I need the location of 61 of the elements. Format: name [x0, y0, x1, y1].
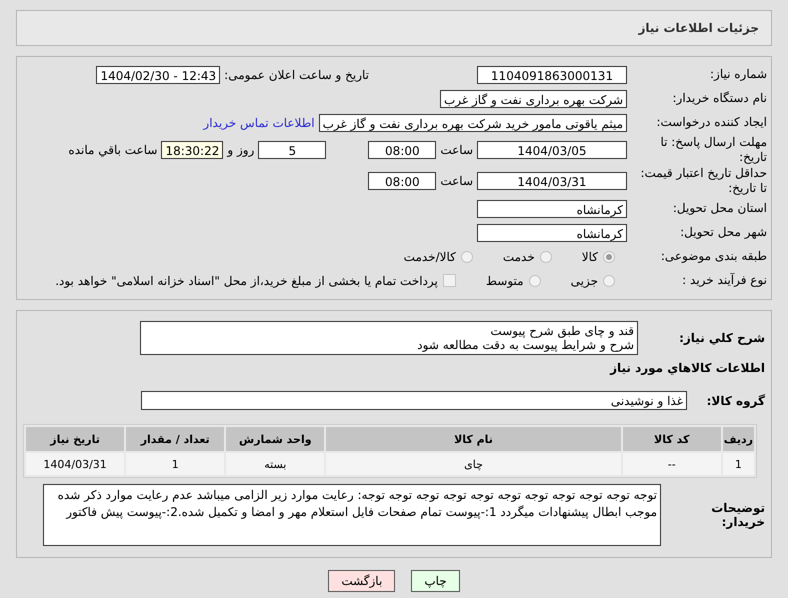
field-label: ساعت [440, 174, 473, 188]
column-header: تعداد / مقدار [126, 427, 224, 451]
checkbox[interactable] [442, 274, 456, 287]
input-field[interactable]: 18:30:22 [161, 141, 224, 159]
input-field[interactable]: 1404/02/30 - 12:43 [96, 66, 220, 84]
field-label: نوع فرآیند خرید : [681, 273, 768, 288]
input-field[interactable]: 1404/03/05 [477, 141, 627, 159]
option-label: خدمت [502, 250, 535, 264]
field-label: شرح کلي نياز: [678, 331, 766, 345]
input-field[interactable]: 1104091863000131 [477, 66, 627, 84]
column-header: نام کالا [326, 427, 621, 451]
field-label: گروه کالا: [706, 394, 766, 408]
contact-link[interactable]: اطلاعات تماس خریدار [203, 116, 315, 130]
field-label: استان محل تحویل: [672, 201, 768, 216]
column-header: کد کالا [622, 427, 721, 451]
field-label: حداقل تاریخ اعتبار قیمت: تا تاریخ: [639, 166, 768, 196]
input-field[interactable]: شرکت بهره برداری نفت و گاز غرب [440, 90, 627, 108]
table-cell: -- [622, 453, 721, 475]
notes-area[interactable]: توجه توجه توجه توجه توجه توجه توجه توجه توجه توجه توجه: رعایت موارد زیر الزامی میباشد عدم رعایت موارد ذکر شده موجب ابطال پیشنهادات میگردد 1:-پیوست تمام صفحات فایل استعلام مهر و امضا و تکمیل شده.2:-پیوست پیش فاکتور [43, 484, 661, 546]
table-cell: 1404/03/31 [26, 453, 124, 475]
radio-button[interactable] [460, 250, 473, 262]
table-cell: چای [326, 453, 621, 475]
input-field[interactable]: کرمانشاه [477, 200, 627, 218]
input-field[interactable]: 08:00 [368, 141, 436, 159]
option-label: متوسط [486, 274, 524, 288]
field-label: توضیحات خریدار: [710, 501, 766, 529]
field-label: طبقه بندی موضوعی: [660, 249, 768, 264]
option-label: پرداخت تمام یا بخشی از مبلغ خرید،از محل "اسناد خزانه اسلامی" خواهد بود. [55, 274, 438, 288]
section-heading: اطلاعات کالاهاي مورد نياز [608, 361, 766, 375]
field-label: نام دستگاه خریدار: [672, 91, 768, 106]
table-cell: 1 [126, 453, 224, 475]
field-label: شهر محل تحویل: [679, 225, 768, 240]
field-label: ایجاد کننده درخواست: [655, 115, 768, 130]
radio-button[interactable] [603, 250, 615, 262]
field-label: شماره نیاز: [709, 67, 768, 82]
field-label: تاریخ و ساعت اعلان عمومی: [224, 68, 369, 82]
table-cell: 1 [722, 453, 754, 475]
radio-button[interactable] [540, 250, 552, 262]
goods-group-field[interactable]: غذا و نوشیدنی [141, 391, 687, 410]
option-label: کالا [582, 250, 598, 264]
field-label: روز و [227, 143, 254, 157]
column-header: تاریخ نیاز [26, 427, 124, 451]
column-header: ردیف [722, 427, 754, 451]
input-field[interactable]: 1404/03/31 [477, 172, 627, 190]
input-field[interactable]: 5 [258, 141, 326, 159]
column-header: واحد شمارش [226, 427, 324, 451]
print-button[interactable]: چاپ [411, 570, 460, 592]
description-area[interactable]: قند و چای طبق شرح پیوست شرح و شرایط پیوست به دقت مطالعه شود [140, 321, 638, 355]
input-field[interactable]: کرمانشاه [477, 224, 627, 242]
field-label: مهلت ارسال پاسخ: تا تاریخ: [659, 135, 768, 165]
input-field[interactable]: 08:00 [368, 172, 436, 190]
field-label: ساعت [440, 143, 473, 157]
field-label: ساعت باقي مانده [68, 143, 158, 157]
table-cell: بسته [226, 453, 324, 475]
option-label: کالا/خدمت [404, 250, 456, 264]
input-field[interactable]: میثم یاقوتی مامور خرید شرکت بهره برداری نفت و گاز غرب [318, 114, 627, 132]
page-title: جزئیات اطلاعات نیاز [638, 21, 759, 35]
radio-button[interactable] [528, 274, 541, 286]
back-button[interactable]: بازگشت [328, 570, 396, 592]
option-label: جزیی [570, 274, 598, 288]
radio-button[interactable] [603, 274, 615, 286]
